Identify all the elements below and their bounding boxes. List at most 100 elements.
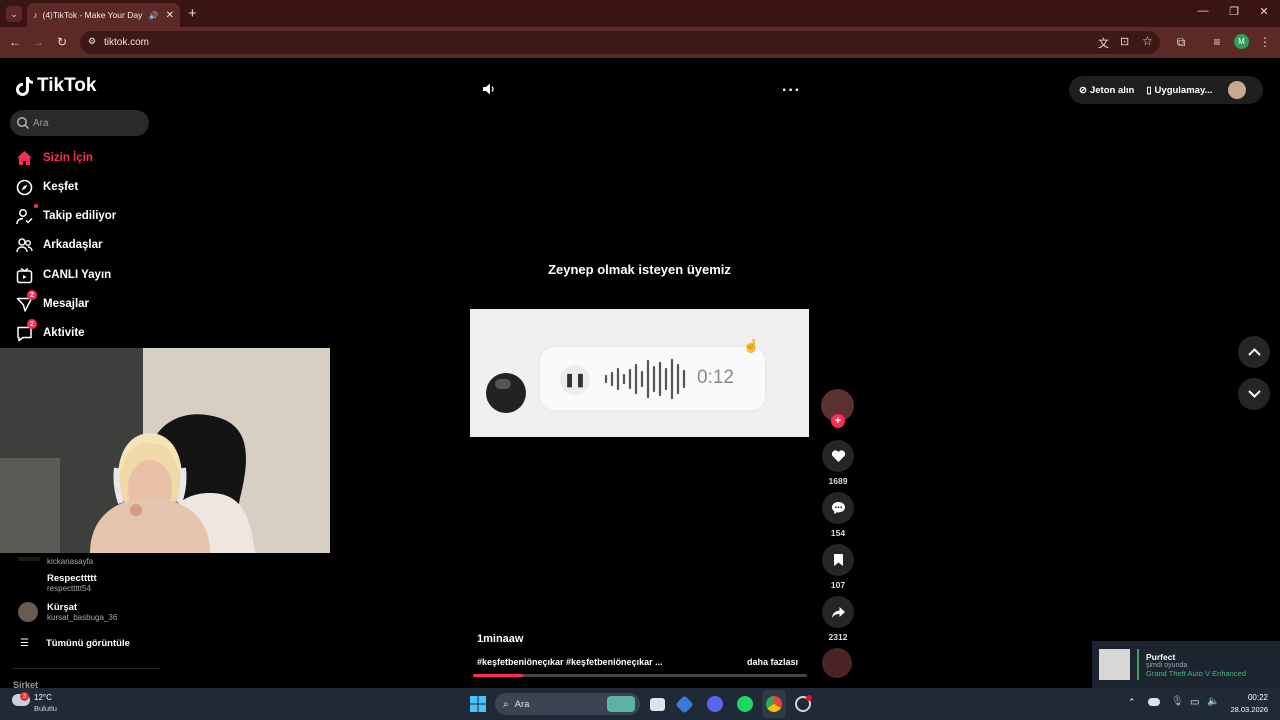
see-all-label: Tümünü görüntüle <box>45 638 130 649</box>
show-hidden-icons-icon[interactable]: ⌃ <box>1128 697 1136 708</box>
app-icon[interactable] <box>675 695 694 714</box>
extensions-icon[interactable]: ⧉ <box>1173 35 1189 50</box>
sidebar-item-activity[interactable]: 2 Aktivite <box>14 319 85 344</box>
tab-close-icon[interactable]: ✕ <box>166 10 174 21</box>
sidebar-item-messages[interactable]: 2 Mesajlar <box>14 290 89 315</box>
comment-button[interactable] <box>822 492 854 524</box>
voice-duration: 0:12 <box>697 367 734 388</box>
browser-tab[interactable]: ♪ (4)TikTok - Make Your Day 🔊 ✕ <box>27 3 180 27</box>
compass-icon <box>14 177 34 197</box>
sidebar-item-label: Keşfet <box>43 181 79 193</box>
sidebar-item-explore[interactable]: Keşfet <box>14 176 78 198</box>
notification-dot <box>806 695 812 701</box>
volume-icon[interactable] <box>482 82 496 101</box>
translate-icon[interactable]: 文 <box>1098 35 1109 51</box>
activity-badge: 2 <box>27 319 37 329</box>
temperature[interactable]: 12°C <box>34 693 52 702</box>
see-all-link[interactable]: ☰ Tümünü görüntüle <box>18 638 130 649</box>
user-avatar[interactable] <box>1228 81 1247 99</box>
task-view-icon[interactable] <box>650 698 665 711</box>
clock-date[interactable]: 28.03.2026 <box>1222 705 1268 714</box>
discord-icon[interactable] <box>707 696 723 712</box>
account-item[interactable]: kickanasayfa <box>18 551 93 566</box>
taskbar-search-placeholder: Ara <box>514 698 530 710</box>
bookmark-star-icon[interactable]: ☆ <box>1142 34 1153 48</box>
video-hashtags[interactable]: #keşfetbeniöneçıkar #keşfetbeniöneçıkar … <box>477 657 663 667</box>
sidebar-item-for-you[interactable]: Sizin İçin <box>14 147 93 169</box>
weather-status: Bulutlu <box>34 704 57 713</box>
weather-badge: 3 <box>20 692 29 701</box>
music-disc-icon[interactable] <box>822 648 852 678</box>
coin-icon: ⊘ <box>1079 84 1087 96</box>
more-options-icon[interactable]: ··· <box>782 82 801 100</box>
site-info-icon[interactable]: ⚙ <box>88 36 96 47</box>
voice-message-bubble: ❚❚ 0:12 <box>540 347 765 410</box>
reload-icon[interactable]: ↻ <box>54 35 70 49</box>
search-placeholder: Ara <box>33 117 49 129</box>
clock-time[interactable]: 00:22 <box>1228 693 1268 702</box>
save-button[interactable] <box>822 544 854 576</box>
address-bar[interactable]: ⚙ tiktok.com 文 ⊡ ☆ <box>80 31 1160 54</box>
chevron-down-icon <box>1247 390 1261 398</box>
heart-icon <box>831 450 845 462</box>
close-window-button[interactable]: ✕ <box>1254 5 1274 18</box>
account-item[interactable]: Kürşat kursat_basbuga_36 <box>18 602 117 622</box>
account-avatar <box>18 556 40 561</box>
author-name[interactable]: 1minaaw <box>477 633 523 645</box>
tab-audio-icon[interactable]: 🔊 <box>149 11 159 20</box>
footer-heading[interactable]: Şirket <box>13 680 38 688</box>
game-activity-toast[interactable]: Purfect şimdi oyunda Grand Theft Auto V … <box>1092 641 1280 688</box>
previous-video-button[interactable] <box>1238 336 1270 368</box>
video-progress-bar[interactable] <box>473 674 807 677</box>
live-icon <box>14 265 34 285</box>
tiktok-logo-icon <box>16 77 33 96</box>
video-progress-fill <box>473 674 524 677</box>
onedrive-icon[interactable] <box>1148 698 1160 706</box>
save-count: 107 <box>830 580 846 590</box>
profile-avatar[interactable]: M <box>1234 34 1249 49</box>
share-count: 2312 <box>828 632 848 642</box>
comment-icon <box>831 502 845 514</box>
follow-plus-icon[interactable]: + <box>831 414 845 428</box>
minimize-button[interactable]: — <box>1193 5 1213 17</box>
spotify-icon[interactable] <box>737 696 753 712</box>
sidebar-item-friends[interactable]: Arkadaşlar <box>14 234 102 256</box>
browser-tab-bar: ⌄ ♪ (4)TikTok - Make Your Day 🔊 ✕ + — ❐ … <box>0 0 1280 27</box>
media-controls-icon[interactable]: ≡ <box>1209 35 1225 49</box>
back-icon[interactable]: ← <box>7 35 23 49</box>
microphone-icon[interactable]: 🎙 <box>1171 696 1184 707</box>
search-highlight-icon <box>607 696 635 712</box>
speaker-icon[interactable]: 🔈 <box>1207 696 1219 707</box>
browser-menu-icon[interactable]: ⋮ <box>1257 35 1273 49</box>
browser-toolbar: ← → ↻ ⚙ tiktok.com 文 ⊡ ☆ ⧉ ≡ M ⋮ <box>0 27 1280 58</box>
video-player[interactable]: ❚❚ 0:12 ☝ <box>470 309 809 437</box>
sidebar-item-following[interactable]: Takip ediliyor <box>14 204 116 227</box>
sidebar-item-live[interactable]: CANLI Yayın <box>14 264 111 286</box>
tiktok-favicon-icon: ♪ <box>33 10 38 20</box>
forward-icon[interactable]: → <box>30 35 46 49</box>
network-icon[interactable]: ▭ <box>1190 697 1199 708</box>
sidebar-item-label: Sizin İçin <box>43 152 93 164</box>
header-actions: ⊘ Jeton alın ▯ Uygulamay... <box>1069 76 1263 104</box>
see-more-link[interactable]: daha fazlası <box>747 657 798 667</box>
get-app-button[interactable]: Uygulamay... <box>1155 85 1213 96</box>
like-button[interactable] <box>822 440 854 472</box>
logo-text: TikTok <box>37 75 97 96</box>
restore-button[interactable]: ❐ <box>1224 5 1244 18</box>
install-app-icon[interactable]: ⊡ <box>1120 35 1129 48</box>
search-input[interactable]: Ara <box>10 110 149 136</box>
following-icon <box>14 204 38 226</box>
next-video-button[interactable] <box>1238 378 1270 410</box>
pause-icon[interactable]: ❚❚ <box>560 365 590 395</box>
account-item[interactable]: Respecttttt respecttttt54 <box>18 572 97 594</box>
taskbar-search[interactable]: ⌕ Ara <box>495 693 640 715</box>
tiktok-logo[interactable]: TikTok <box>16 75 96 97</box>
sidebar-item-label: Aktivite <box>43 327 85 339</box>
activity-icon: 2 <box>14 319 37 343</box>
start-button[interactable] <box>470 696 486 712</box>
get-coins-button[interactable]: Jeton alın <box>1090 85 1134 96</box>
video-caption-text: Zeynep olmak isteyen üyemiz <box>548 262 731 277</box>
share-button[interactable] <box>822 596 854 628</box>
tab-search-button[interactable]: ⌄ <box>6 6 22 22</box>
new-tab-button[interactable]: + <box>188 5 197 22</box>
